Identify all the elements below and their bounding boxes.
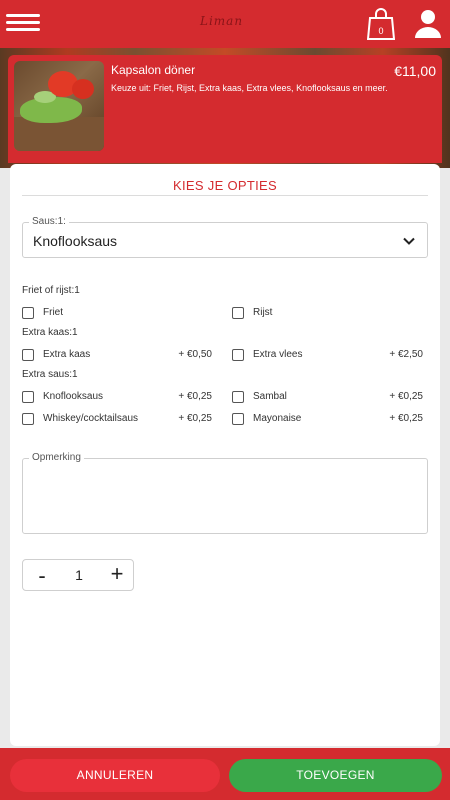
group-label-extra-saus: Extra saus:1 <box>22 369 78 380</box>
chevron-down-icon <box>403 237 415 245</box>
cart-count: 0 <box>378 26 383 36</box>
group-label-friet-rijst: Friet of rijst:1 <box>22 285 80 296</box>
options-card: KIES JE OPTIES Saus:1: Knoflooksaus Frie… <box>10 164 440 746</box>
checkbox[interactable] <box>232 349 244 361</box>
option-sambal[interactable]: Sambal + €0,25 <box>232 389 423 405</box>
option-label: Extra kaas <box>43 349 91 360</box>
option-friet[interactable]: Friet <box>22 305 212 321</box>
user-icon[interactable] <box>413 8 443 38</box>
sauce-select-value: Knoflooksaus <box>33 233 118 249</box>
option-extra-vlees[interactable]: Extra vlees + €2,50 <box>232 347 423 363</box>
sauce-select-label: Saus:1: <box>29 216 69 227</box>
option-label: Knoflooksaus <box>43 391 104 402</box>
options-title: KIES JE OPTIES <box>173 178 277 193</box>
checkbox[interactable] <box>232 307 244 319</box>
product-title: Kapsalon döner <box>111 63 196 77</box>
option-label: Whiskey/cocktailsaus <box>43 413 139 424</box>
option-rijst[interactable]: Rijst <box>232 305 428 321</box>
remark-field[interactable]: Opmerking <box>22 452 428 534</box>
top-bar: Liman 0 <box>0 0 450 48</box>
checkbox[interactable] <box>232 413 244 425</box>
add-button[interactable]: TOEVOEGEN <box>229 759 442 792</box>
footer-bar: ANNULEREN TOEVOEGEN <box>0 748 450 800</box>
option-mayonaise[interactable]: Mayonaise + €0,25 <box>232 411 423 427</box>
checkbox[interactable] <box>22 413 34 425</box>
option-price: + €0,25 <box>389 413 423 424</box>
option-extra-kaas[interactable]: Extra kaas + €0,50 <box>22 347 212 363</box>
option-label: Friet <box>43 307 63 318</box>
option-label: Rijst <box>253 307 273 318</box>
quantity-value: 1 <box>75 567 83 583</box>
option-price: + €2,50 <box>389 349 423 360</box>
checkbox[interactable] <box>22 391 34 403</box>
product-description: Keuze uit: Friet, Rijst, Extra kaas, Ext… <box>111 83 388 93</box>
option-label: Extra vlees <box>253 349 303 360</box>
checkbox[interactable] <box>22 307 34 319</box>
increase-button[interactable]: + <box>107 561 127 587</box>
cancel-button[interactable]: ANNULEREN <box>10 759 220 792</box>
product-header: Kapsalon döner €11,00 Keuze uit: Friet, … <box>8 55 442 163</box>
checkbox[interactable] <box>22 349 34 361</box>
option-whiskey-cocktailsaus[interactable]: Whiskey/cocktailsaus + €0,25 <box>22 411 212 427</box>
option-price: + €0,50 <box>178 349 212 360</box>
option-price: + €0,25 <box>178 391 212 402</box>
sauce-select[interactable]: Saus:1: Knoflooksaus <box>22 216 428 258</box>
option-knoflooksaus[interactable]: Knoflooksaus + €0,25 <box>22 389 212 405</box>
checkbox[interactable] <box>232 391 244 403</box>
menu-icon[interactable] <box>6 10 40 38</box>
quantity-stepper: - 1 + <box>22 559 134 591</box>
option-label: Mayonaise <box>253 413 302 424</box>
option-label: Sambal <box>253 391 287 402</box>
logo: Liman <box>200 14 244 28</box>
decrease-button[interactable]: - <box>33 563 51 589</box>
group-label-extra-kaas: Extra kaas:1 <box>22 327 78 338</box>
shopping-bag-icon[interactable]: 0 <box>367 8 395 40</box>
remark-label: Opmerking <box>29 452 84 463</box>
option-price: + €0,25 <box>178 413 212 424</box>
divider <box>22 195 428 196</box>
product-image <box>14 61 104 151</box>
option-price: + €0,25 <box>389 391 423 402</box>
product-price: €11,00 <box>394 63 436 79</box>
